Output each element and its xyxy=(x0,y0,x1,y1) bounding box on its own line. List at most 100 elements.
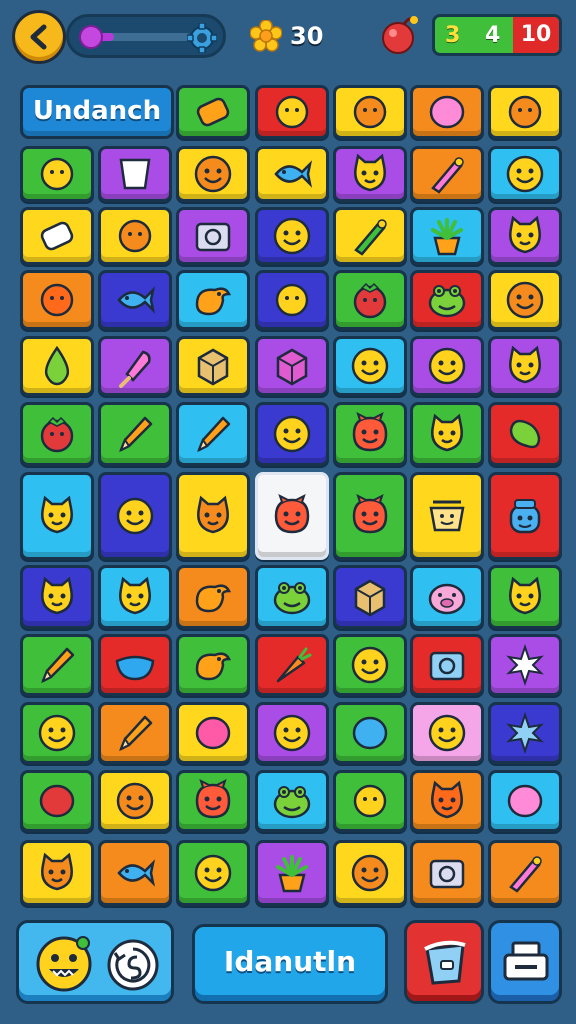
board-tile[interactable] xyxy=(20,634,94,696)
printer-booster-button[interactable] xyxy=(488,920,562,1004)
board-tile[interactable] xyxy=(488,840,562,906)
cat-icon xyxy=(119,576,151,615)
board-tile[interactable] xyxy=(176,634,250,696)
back-button[interactable] xyxy=(12,10,66,64)
board-tile[interactable] xyxy=(410,402,484,466)
board-tile[interactable] xyxy=(20,565,94,629)
board-tile[interactable] xyxy=(333,85,407,139)
flower-coin-icon xyxy=(250,20,282,52)
board-tile[interactable] xyxy=(98,702,172,764)
board-tile[interactable] xyxy=(488,146,562,202)
board-tile[interactable] xyxy=(98,336,172,396)
board-tile[interactable] xyxy=(410,702,484,764)
board-tile[interactable] xyxy=(255,270,329,330)
board-tile[interactable] xyxy=(176,402,250,466)
hammer-booster-button[interactable] xyxy=(404,920,484,1004)
board-tile[interactable] xyxy=(410,85,484,139)
board-tile[interactable] xyxy=(410,634,484,696)
ball-icon xyxy=(39,784,75,818)
monster-icon xyxy=(352,494,388,534)
board-tile[interactable] xyxy=(255,207,329,265)
board-tile[interactable] xyxy=(488,702,562,764)
board-tile[interactable] xyxy=(488,402,562,466)
board-tile[interactable] xyxy=(333,270,407,330)
board-tile[interactable] xyxy=(333,207,407,265)
board-tile[interactable] xyxy=(20,472,94,560)
board-tile[interactable] xyxy=(98,634,172,696)
cat-icon xyxy=(41,852,73,891)
board-tile[interactable] xyxy=(333,402,407,466)
board-tile[interactable] xyxy=(333,472,407,560)
cup-icon xyxy=(119,158,151,190)
board-tile[interactable] xyxy=(333,840,407,906)
board-tile[interactable] xyxy=(410,840,484,906)
main-action-button[interactable]: Idanutln xyxy=(192,924,388,1004)
board-tile[interactable] xyxy=(176,840,250,906)
board-tile[interactable] xyxy=(20,770,94,832)
board-tile[interactable] xyxy=(488,270,562,330)
board-tile[interactable] xyxy=(333,565,407,629)
board-tile[interactable] xyxy=(410,565,484,629)
board-tile[interactable] xyxy=(98,402,172,466)
board-tile[interactable] xyxy=(176,270,250,330)
board-tile[interactable] xyxy=(176,207,250,265)
board-tile[interactable] xyxy=(410,770,484,832)
board-tile[interactable] xyxy=(20,840,94,906)
board-tile[interactable] xyxy=(255,146,329,202)
board-tile[interactable] xyxy=(20,270,94,330)
board-tile[interactable] xyxy=(176,336,250,396)
board-tile[interactable] xyxy=(488,336,562,396)
board-tile[interactable] xyxy=(20,146,94,202)
frog-icon xyxy=(273,786,311,819)
board-tile[interactable] xyxy=(176,472,250,560)
board-title-banner[interactable]: Undanch xyxy=(20,85,174,139)
board-tile[interactable] xyxy=(255,634,329,696)
board-tile[interactable] xyxy=(255,840,329,906)
board-tile[interactable] xyxy=(488,634,562,696)
board-tile[interactable] xyxy=(98,146,172,202)
board-tile[interactable] xyxy=(98,472,172,560)
booster-button[interactable] xyxy=(16,920,174,1004)
board-tile[interactable] xyxy=(333,634,407,696)
board-tile[interactable] xyxy=(176,702,250,764)
board-tile[interactable] xyxy=(333,702,407,764)
board-tile[interactable] xyxy=(255,402,329,466)
board-tile[interactable] xyxy=(20,336,94,396)
board-tile[interactable] xyxy=(176,565,250,629)
board-tile[interactable] xyxy=(255,336,329,396)
board-tile[interactable] xyxy=(176,146,250,202)
board-tile[interactable] xyxy=(255,472,329,560)
cat-icon xyxy=(509,345,541,384)
board-tile[interactable] xyxy=(333,336,407,396)
board-tile[interactable] xyxy=(20,702,94,764)
flower-icon xyxy=(506,643,544,687)
board-tile[interactable] xyxy=(255,85,329,139)
board-tile[interactable] xyxy=(255,770,329,832)
board-tile[interactable] xyxy=(410,146,484,202)
board-tile[interactable] xyxy=(20,402,94,466)
board-tile[interactable] xyxy=(488,770,562,832)
board-tile[interactable] xyxy=(176,85,250,139)
board-tile[interactable] xyxy=(255,702,329,764)
board-tile[interactable] xyxy=(176,770,250,832)
board-tile[interactable] xyxy=(488,565,562,629)
board-tile[interactable] xyxy=(488,472,562,560)
board-tile[interactable] xyxy=(98,270,172,330)
board-tile[interactable] xyxy=(488,85,562,139)
bomb-icon[interactable] xyxy=(380,12,420,56)
board-tile[interactable] xyxy=(410,207,484,265)
board-tile[interactable] xyxy=(410,472,484,560)
board-tile[interactable] xyxy=(20,207,94,265)
gear-icon[interactable] xyxy=(187,23,217,53)
bug-icon xyxy=(275,95,309,129)
board-tile[interactable] xyxy=(488,207,562,265)
board-tile[interactable] xyxy=(98,770,172,832)
board-tile[interactable] xyxy=(255,565,329,629)
board-tile[interactable] xyxy=(98,840,172,906)
board-tile[interactable] xyxy=(410,336,484,396)
board-tile[interactable] xyxy=(333,770,407,832)
board-tile[interactable] xyxy=(98,565,172,629)
board-tile[interactable] xyxy=(333,146,407,202)
board-tile[interactable] xyxy=(98,207,172,265)
board-tile[interactable] xyxy=(410,270,484,330)
